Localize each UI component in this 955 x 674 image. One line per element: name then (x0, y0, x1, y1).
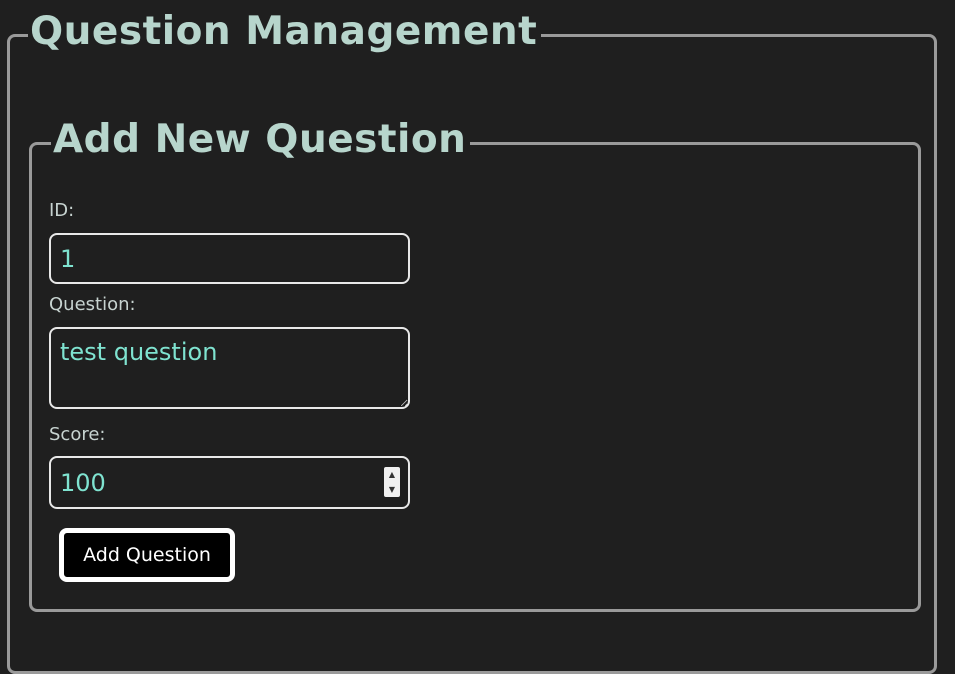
question-textarea[interactable]: test question (49, 327, 410, 409)
score-input[interactable] (49, 456, 410, 509)
add-question-button[interactable]: Add Question (59, 528, 235, 582)
form-legend: Add New Question (51, 117, 471, 163)
score-label: Score: (49, 424, 106, 445)
id-label: ID: (49, 200, 75, 221)
id-input[interactable] (49, 233, 410, 284)
stepper-up-icon[interactable]: ▲ (384, 467, 400, 482)
question-label: Question: (49, 294, 136, 315)
page-title: Question Management (28, 9, 542, 55)
score-stepper[interactable]: ▲ ▼ (384, 467, 400, 497)
stepper-down-icon[interactable]: ▼ (384, 482, 400, 497)
